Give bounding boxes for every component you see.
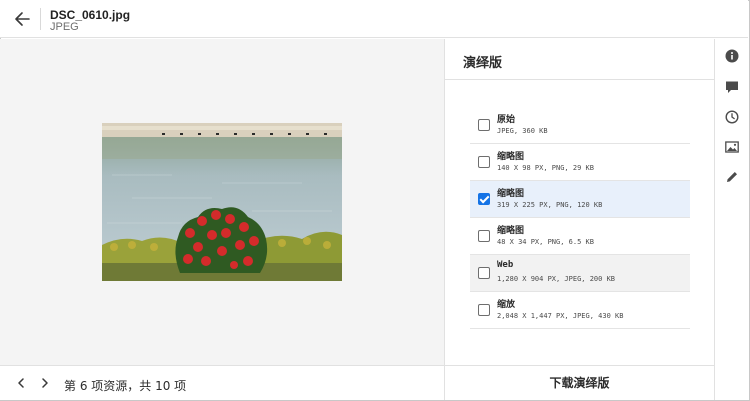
file-type: JPEG <box>50 21 79 33</box>
asset-preview <box>0 39 444 365</box>
rendition-detail: 319 X 225 PX, PNG, 120 KB <box>497 201 603 209</box>
rendition-name: 缩略图 <box>497 152 525 162</box>
rendition-item[interactable]: 缩略图 48 X 34 PX, PNG, 6.5 KB <box>470 218 690 255</box>
panel-title: 演绎版 <box>463 56 503 71</box>
comment-icon <box>726 81 738 93</box>
rendition-checkbox[interactable] <box>478 156 490 168</box>
rendition-item-selected[interactable]: 缩略图 319 X 225 PX, PNG, 120 KB <box>470 181 690 218</box>
rendition-name: 缩略图 <box>497 226 525 236</box>
rendition-item[interactable]: 缩放 2,048 X 1,447 PX, JPEG, 430 KB <box>470 292 690 329</box>
previous-asset-button[interactable] <box>14 376 28 390</box>
rendition-name: 缩略图 <box>497 189 525 199</box>
renditions-panel: 演绎版 原始 JPEG, 360 KB 缩略图 140 X 98 PX, PNG… <box>444 39 714 400</box>
rendition-detail: 2,048 X 1,447 PX, JPEG, 430 KB <box>497 312 624 320</box>
rendition-checkbox-checked[interactable] <box>478 193 490 205</box>
history-icon <box>725 110 739 124</box>
history-button[interactable] <box>725 110 739 124</box>
rendition-item[interactable]: 缩略图 140 X 98 PX, PNG, 29 KB <box>470 144 690 181</box>
rendition-detail: JPEG, 360 KB <box>497 127 548 135</box>
rendition-name: 原始 <box>497 115 516 125</box>
rendition-list: 原始 JPEG, 360 KB 缩略图 140 X 98 PX, PNG, 29… <box>470 107 690 329</box>
download-renditions-button[interactable]: 下载演绎版 <box>445 366 714 401</box>
asset-image <box>102 123 342 281</box>
info-button[interactable] <box>725 49 739 63</box>
image-icon <box>725 141 739 153</box>
chevron-right-icon <box>42 378 48 388</box>
rendition-checkbox[interactable] <box>478 119 490 131</box>
header: DSC_0610.jpg JPEG <box>0 0 748 38</box>
panel-footer: 下载演绎版 <box>445 365 714 400</box>
next-asset-button[interactable] <box>38 376 52 390</box>
rendition-checkbox[interactable] <box>478 304 490 316</box>
arrow-left-icon <box>15 12 30 26</box>
file-name: DSC_0610.jpg <box>50 8 131 22</box>
rendition-checkbox[interactable] <box>478 230 490 242</box>
side-rail <box>714 39 748 400</box>
panel-divider <box>445 79 714 80</box>
info-icon <box>725 49 739 63</box>
asset-count: 第 6 项资源，共 10 项 <box>64 379 187 393</box>
edit-button[interactable] <box>725 170 739 184</box>
pagination-bar: 第 6 项资源，共 10 项 <box>0 365 444 400</box>
renditions-button[interactable] <box>725 140 739 154</box>
rendition-name: Web <box>497 260 514 270</box>
rendition-detail: 48 X 34 PX, PNG, 6.5 KB <box>497 238 594 246</box>
chevron-left-icon <box>18 378 24 388</box>
rendition-item[interactable]: 原始 JPEG, 360 KB <box>470 107 690 144</box>
header-divider <box>40 8 41 30</box>
edit-icon <box>727 172 737 182</box>
rendition-name: 缩放 <box>497 300 516 310</box>
rendition-checkbox[interactable] <box>478 267 490 279</box>
back-button[interactable] <box>12 9 34 29</box>
rendition-detail: 140 X 98 PX, PNG, 29 KB <box>497 164 594 172</box>
rendition-detail: 1,280 X 904 PX, JPEG, 200 KB <box>497 275 616 283</box>
rendition-item[interactable]: Web 1,280 X 904 PX, JPEG, 200 KB <box>470 255 690 292</box>
comments-button[interactable] <box>725 80 739 94</box>
